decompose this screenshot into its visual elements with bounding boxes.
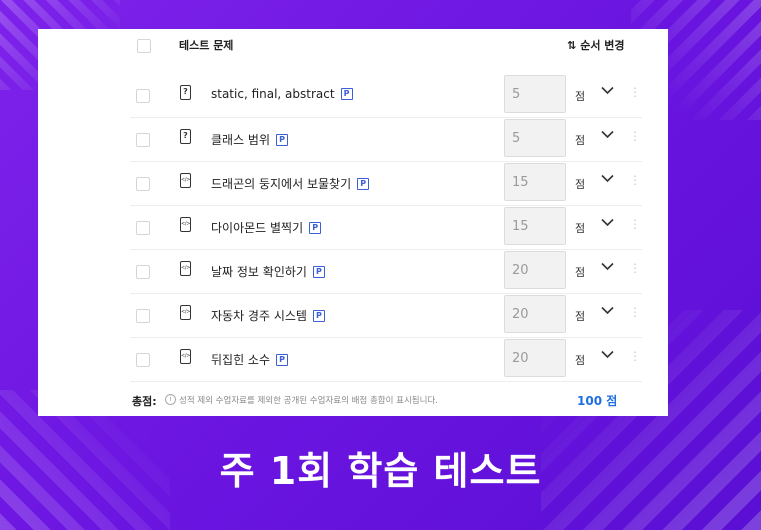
row-checkbox[interactable] — [136, 353, 150, 367]
question-row[interactable]: </> 날짜 정보 확인하기 P 점 ⋮ — [130, 249, 642, 294]
code-icon: </> — [180, 305, 191, 320]
score-input[interactable] — [504, 163, 566, 201]
quiz-icon: ? — [180, 129, 191, 144]
test-questions-panel: 테스트 문제 ⇅ 순서 변경 ? static, final, abstract P… — [38, 29, 668, 416]
more-options-icon[interactable]: ⋮ — [629, 349, 641, 363]
score-unit: 점 — [575, 90, 586, 103]
info-icon: i — [165, 394, 176, 405]
row-checkbox[interactable] — [136, 177, 150, 191]
question-title-wrap: 뒤집힌 소수 P — [211, 351, 289, 368]
score-input[interactable] — [504, 119, 566, 157]
question-title: 클래스 범위 — [211, 133, 271, 147]
reorder-button[interactable]: ⇅ 순서 변경 — [567, 37, 625, 53]
chevron-down-icon[interactable] — [601, 306, 614, 315]
quiz-icon: ? — [180, 85, 191, 100]
score-input[interactable] — [504, 295, 566, 333]
question-row[interactable]: </> 뒤집힌 소수 P 점 ⋮ — [130, 337, 642, 382]
question-title: 드래곤의 둥지에서 보물찾기 — [211, 177, 352, 191]
code-icon: </> — [180, 173, 191, 188]
question-title: 뒤집힌 소수 — [211, 353, 271, 367]
question-title: 날짜 정보 확인하기 — [211, 265, 307, 279]
banner-title: 주 1회 학습 테스트 — [219, 449, 542, 493]
question-title: 자동차 경주 시스템 — [211, 309, 307, 323]
row-checkbox[interactable] — [136, 89, 150, 103]
score-unit: 점 — [575, 310, 586, 323]
question-row[interactable]: </> 드래곤의 둥지에서 보물찾기 P 점 ⋮ — [130, 161, 642, 206]
total-label: 총점: — [132, 395, 157, 408]
question-title-wrap: static, final, abstract P — [211, 87, 353, 101]
chevron-down-icon[interactable] — [601, 218, 614, 227]
p-badge-icon: P — [340, 88, 353, 100]
reorder-label: 순서 변경 — [580, 39, 625, 52]
more-options-icon[interactable]: ⋮ — [629, 217, 641, 231]
question-title-wrap: 클래스 범위 P — [211, 131, 289, 148]
question-title: 다이아몬드 별찍기 — [211, 221, 304, 235]
code-icon: </> — [180, 261, 191, 276]
score-unit: 점 — [575, 134, 586, 147]
score-unit: 점 — [575, 266, 586, 279]
question-row[interactable]: </> 다이아몬드 별찍기 P 점 ⋮ — [130, 205, 642, 250]
more-options-icon[interactable]: ⋮ — [629, 261, 641, 275]
chevron-down-icon[interactable] — [601, 86, 614, 95]
header-title: 테스트 문제 — [179, 39, 234, 52]
chevron-down-icon[interactable] — [601, 350, 614, 359]
p-badge-icon: P — [312, 265, 325, 278]
row-checkbox[interactable] — [136, 309, 150, 323]
question-title-wrap: 드래곤의 둥지에서 보물찾기 P — [211, 175, 370, 192]
p-badge-icon: P — [309, 221, 322, 234]
code-icon: </> — [180, 349, 191, 364]
table-footer: 총점: i 성적 제외 수업자료를 제외한 공개된 수업자료의 배점 총합이 표… — [38, 387, 668, 415]
p-badge-icon: P — [276, 353, 289, 366]
row-checkbox[interactable] — [136, 265, 150, 279]
score-input[interactable] — [504, 251, 566, 289]
more-options-icon[interactable]: ⋮ — [629, 85, 641, 99]
question-row[interactable]: ? 클래스 범위 P 점 ⋮ — [130, 117, 642, 162]
more-options-icon[interactable]: ⋮ — [629, 173, 641, 187]
question-title-wrap: 다이아몬드 별찍기 P — [211, 219, 322, 236]
score-input[interactable] — [504, 339, 566, 377]
score-unit: 점 — [575, 354, 586, 367]
score-input[interactable] — [504, 75, 566, 113]
sort-arrows-icon: ⇅ — [567, 38, 577, 52]
total-score: 100 점 — [577, 394, 618, 408]
score-unit: 점 — [575, 222, 586, 235]
row-checkbox[interactable] — [136, 221, 150, 235]
total-note: 성적 제외 수업자료를 제외한 공개된 수업자료의 배점 총합이 표시됩니다. — [179, 396, 438, 406]
table-header: 테스트 문제 ⇅ 순서 변경 — [38, 29, 668, 61]
p-badge-icon: P — [276, 133, 289, 146]
question-title-wrap: 자동차 경주 시스템 P — [211, 307, 325, 324]
chevron-down-icon[interactable] — [601, 262, 614, 271]
question-row[interactable]: ? static, final, abstract P 점 ⋮ — [130, 73, 642, 118]
select-all-checkbox[interactable] — [137, 39, 151, 53]
question-row[interactable]: </> 자동차 경주 시스템 P 점 ⋮ — [130, 293, 642, 338]
chevron-down-icon[interactable] — [601, 174, 614, 183]
question-title: static, final, abstract — [211, 87, 335, 101]
p-badge-icon: P — [312, 309, 325, 322]
more-options-icon[interactable]: ⋮ — [629, 305, 641, 319]
p-badge-icon: P — [357, 177, 370, 190]
chevron-down-icon[interactable] — [601, 130, 614, 139]
code-icon: </> — [180, 217, 191, 232]
row-checkbox[interactable] — [136, 133, 150, 147]
more-options-icon[interactable]: ⋮ — [629, 129, 641, 143]
question-title-wrap: 날짜 정보 확인하기 P — [211, 263, 325, 280]
score-input[interactable] — [504, 207, 566, 245]
score-unit: 점 — [575, 178, 586, 191]
